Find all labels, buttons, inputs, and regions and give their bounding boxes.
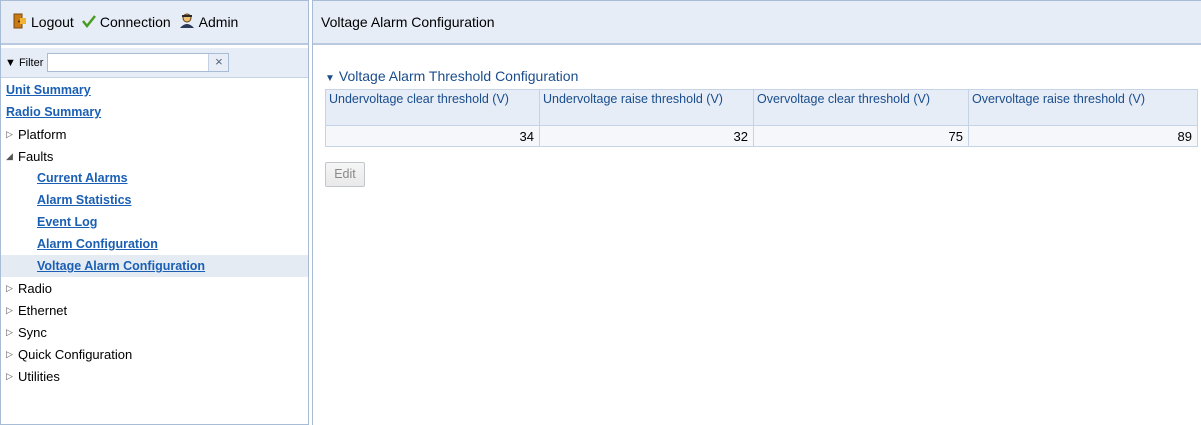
nav-item-label: Faults [18,148,54,164]
nav-item-voltage-alarm-configuration[interactable]: Voltage Alarm Configuration [1,255,308,277]
clear-filter-button[interactable]: × [208,54,229,71]
nav-item-label: Platform [18,126,67,142]
table-header-row: Undervoltage clear threshold (V) Undervo… [325,89,1198,126]
column-header: Overvoltage raise threshold (V) [968,89,1198,126]
nav-item-label: Radio [18,280,52,296]
expand-arrow-icon: ▷ [6,326,13,337]
table-cell: 34 [325,125,540,147]
page-title: Voltage Alarm Configuration [321,14,495,30]
column-header: Undervoltage clear threshold (V) [325,89,540,126]
nav-item-label: Quick Configuration [18,346,133,362]
expand-arrow-icon: ▷ [6,128,13,139]
checkmark-icon [81,14,96,31]
admin-label: Admin [198,14,239,30]
filter-bar: ▼ Filter × [1,48,308,78]
collapse-arrow-icon: ▼ [325,73,335,84]
nav-item-label: Utilities [18,368,60,384]
filter-input[interactable] [48,54,207,71]
logout-label: Logout [31,14,74,30]
column-header: Undervoltage raise threshold (V) [539,89,754,126]
table-cell: 32 [539,125,754,147]
nav-item-sync[interactable]: ▷ Sync [1,321,308,343]
door-exit-icon [13,13,27,32]
table-row[interactable]: 34 32 75 89 [325,125,1198,147]
nav-item-current-alarms[interactable]: Current Alarms [1,167,308,189]
nav-item-unit-summary[interactable]: Unit Summary [1,79,308,101]
nav-item-ethernet[interactable]: ▷ Ethernet [1,299,308,321]
nav-item-alarm-configuration[interactable]: Alarm Configuration [1,233,308,255]
navigation-panel: Logout Connection Admin ▼ Filter × Unit … [0,0,309,425]
nav-tree: Unit Summary Radio Summary ▷ Platform ◢ Fa… [1,79,308,387]
column-header: Overvoltage clear threshold (V) [753,89,969,126]
section-title: Voltage Alarm Threshold Configuration [338,68,579,84]
nav-item-radio-summary[interactable]: Radio Summary [1,101,308,123]
edit-button[interactable]: Edit [325,162,365,187]
top-toolbar: Logout Connection Admin [1,1,308,45]
nav-item-event-log[interactable]: Event Log [1,211,308,233]
section-header[interactable]: ▼ Voltage Alarm Threshold Configuration [325,68,578,84]
expand-arrow-icon: ▷ [6,304,13,315]
threshold-table: Undervoltage clear threshold (V) Undervo… [325,89,1198,147]
connection-button[interactable]: Connection [81,14,171,31]
nav-item-utilities[interactable]: ▷ Utilities [1,365,308,387]
collapse-arrow-icon: ◢ [6,150,13,161]
nav-item-radio[interactable]: ▷ Radio [1,277,308,299]
nav-item-quick-configuration[interactable]: ▷ Quick Configuration [1,343,308,365]
content-panel: Voltage Alarm Configuration ▼ Voltage Ala… [312,0,1201,425]
expand-arrow-icon: ▷ [6,282,13,293]
nav-item-alarm-statistics[interactable]: Alarm Statistics [1,189,308,211]
admin-user-icon [179,13,195,32]
nav-item-platform[interactable]: ▷ Platform [1,123,308,145]
nav-item-label: Ethernet [18,302,68,318]
nav-item-faults[interactable]: ◢ Faults [1,145,308,167]
logout-button[interactable]: Logout [13,13,74,32]
filter-label[interactable]: ▼ Filter [5,57,43,69]
nav-item-label: Sync [18,324,47,340]
page-header: Voltage Alarm Configuration [313,1,1201,45]
expand-arrow-icon: ▷ [6,348,13,359]
admin-button[interactable]: Admin [179,13,239,32]
expand-arrow-icon: ▷ [6,370,13,381]
filter-field: × [47,53,230,72]
table-cell: 75 [753,125,969,147]
table-cell: 89 [968,125,1198,147]
connection-label: Connection [99,14,171,30]
